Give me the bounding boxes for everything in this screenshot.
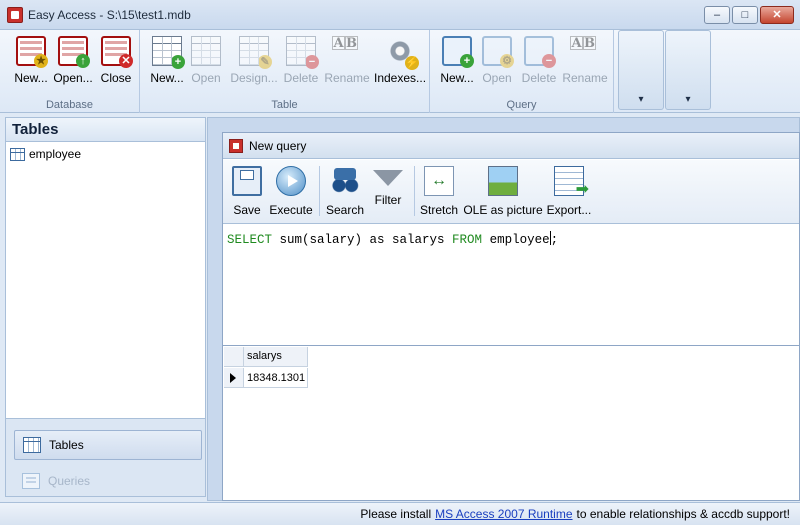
filter-button[interactable]: Filter: [369, 164, 407, 220]
query-window-title: New query: [249, 138, 307, 153]
status-bar: Please install MS Access 2007 Runtime to e…: [0, 502, 800, 525]
minimize-button[interactable]: –: [704, 6, 730, 24]
ribbon-group-label: Query: [506, 99, 537, 111]
title-bar: Easy Access - S:\15\test1.mdb – □ ✕: [0, 0, 800, 30]
ribbon-dropdown-2[interactable]: [665, 30, 711, 110]
ribbon-group-database: ★ New... ↑ Open... ✕ Close Database: [0, 30, 140, 113]
app-icon: [7, 7, 23, 23]
column-header-salarys[interactable]: salarys: [244, 347, 308, 367]
grid-corner[interactable]: [224, 347, 244, 367]
open-database-button[interactable]: ↑ Open...: [50, 34, 96, 90]
window-controls: – □ ✕: [704, 6, 794, 24]
sql-editor[interactable]: SELECT sum(salary) as salarys FROM emplo…: [223, 225, 799, 345]
list-item-label: employee: [29, 147, 82, 161]
ribbon-group-query: + New... ⚙ Open − Delete AB Rename Query: [430, 30, 614, 113]
close-database-button[interactable]: ✕ Close: [93, 34, 139, 90]
open-query-button[interactable]: ⚙ Open: [474, 34, 520, 90]
execute-button[interactable]: Execute: [269, 164, 313, 220]
export-button[interactable]: Export...: [545, 164, 593, 220]
sql-terminator: ;: [550, 233, 559, 247]
stretch-icon: [424, 166, 454, 196]
new-query-icon: +: [442, 36, 474, 68]
ribbon-group-label: Database: [45, 99, 94, 111]
tables-icon: [23, 437, 41, 453]
sql-expression: sum(salary) as salarys: [272, 233, 453, 247]
query-window: New query Save Execute Search Filter Str…: [222, 132, 800, 501]
open-table-icon: [191, 36, 221, 66]
indexes-button[interactable]: ⚡ Indexes...: [374, 34, 426, 90]
queries-icon: [22, 473, 40, 489]
ribbon: ★ New... ↑ Open... ✕ Close Database + Ne…: [0, 30, 800, 113]
new-database-button[interactable]: ★ New...: [8, 34, 54, 90]
save-button[interactable]: Save: [229, 164, 265, 220]
open-table-button[interactable]: Open: [183, 34, 229, 90]
query-window-titlebar: New query: [223, 133, 799, 159]
status-text-prefix: Please install: [360, 507, 432, 521]
tab-queries[interactable]: Queries: [14, 466, 202, 496]
execute-icon: [276, 166, 306, 196]
delete-query-button[interactable]: − Delete: [516, 34, 562, 90]
sql-keyword: SELECT: [227, 233, 273, 247]
rename-table-icon: AB: [332, 36, 358, 51]
maximize-button[interactable]: □: [732, 6, 758, 24]
grid-cell[interactable]: 18348.1301: [244, 368, 308, 388]
row-selector[interactable]: [224, 368, 244, 388]
sql-table-name: employee: [482, 233, 550, 247]
ribbon-group-table: + New... Open ✎ Design... − Delete AB Re…: [140, 30, 430, 113]
filter-icon: [373, 170, 403, 186]
new-table-icon: +: [152, 36, 185, 69]
navigation-panel: Tables employee Tables Queries: [5, 117, 206, 497]
design-table-button[interactable]: ✎ Design...: [229, 34, 279, 90]
rename-table-button[interactable]: AB Rename: [324, 34, 370, 90]
toolbar-separator: [319, 166, 320, 216]
runtime-download-link[interactable]: MS Access 2007 Runtime: [435, 507, 572, 521]
query-toolbar: Save Execute Search Filter Stretch OLE a…: [223, 160, 799, 224]
list-item-employee[interactable]: employee: [10, 147, 81, 161]
ole-as-picture-button[interactable]: OLE as picture: [463, 164, 543, 220]
panel-header: Tables: [6, 118, 205, 142]
ole-picture-icon: [488, 166, 518, 196]
design-table-icon: ✎: [239, 36, 272, 69]
delete-table-icon: −: [286, 36, 319, 69]
table-icon: [10, 147, 25, 161]
delete-table-button[interactable]: − Delete: [278, 34, 324, 90]
ribbon-dropdown-1[interactable]: [618, 30, 664, 110]
stretch-button[interactable]: Stretch: [418, 164, 460, 220]
status-text-suffix: to enable relationships & accdb support!: [576, 507, 790, 521]
tab-label: Queries: [48, 474, 91, 488]
tab-tables[interactable]: Tables: [14, 430, 202, 460]
sql-keyword: FROM: [452, 233, 483, 247]
rename-query-button[interactable]: AB Rename: [562, 34, 608, 90]
ribbon-group-label: Table: [271, 99, 298, 111]
close-window-button[interactable]: ✕: [760, 6, 794, 24]
save-icon: [232, 166, 262, 196]
close-database-icon: ✕: [101, 36, 133, 68]
export-icon: [554, 166, 589, 199]
open-database-icon: ↑: [58, 36, 90, 68]
toolbar-separator: [414, 166, 415, 216]
new-database-icon: ★: [16, 36, 48, 68]
window-title: Easy Access - S:\15\test1.mdb: [28, 8, 191, 22]
rename-query-icon: AB: [570, 36, 596, 51]
search-icon: [330, 166, 360, 196]
open-query-icon: ⚙: [482, 36, 514, 68]
delete-query-icon: −: [524, 36, 556, 68]
indexes-icon: ⚡: [385, 36, 419, 70]
search-button[interactable]: Search: [323, 164, 367, 220]
query-window-icon: [229, 138, 243, 153]
results-grid[interactable]: salarys 18348.1301: [223, 345, 799, 500]
tab-label: Tables: [49, 438, 84, 452]
